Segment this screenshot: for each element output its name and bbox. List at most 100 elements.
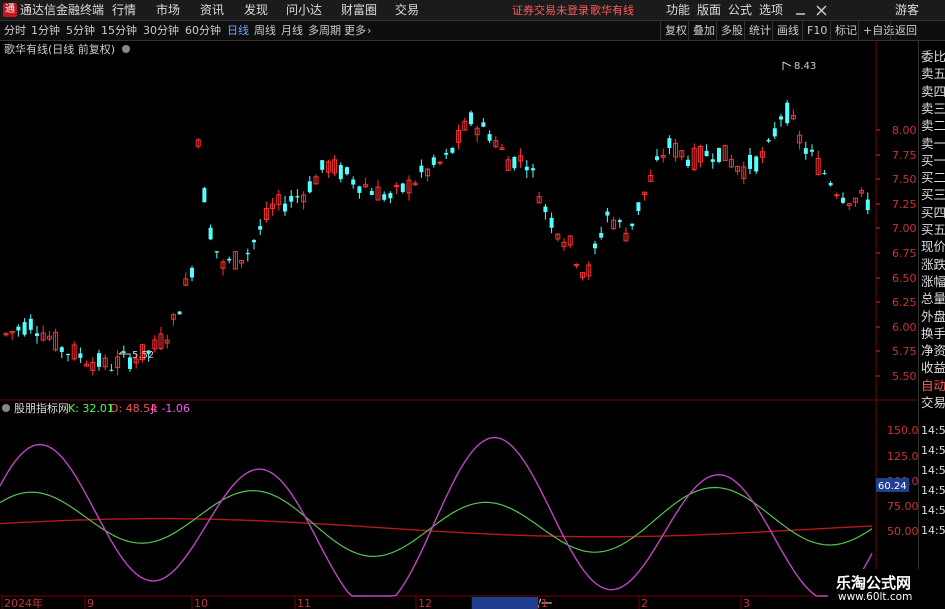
close-icon[interactable] (815, 4, 828, 17)
candle-down (78, 353, 83, 358)
candle-down (636, 202, 641, 212)
k-value: K: 32.01 (68, 402, 114, 415)
menu-wenxiaoda[interactable]: 问小达 (286, 0, 322, 21)
candle-down (190, 267, 194, 278)
title-bar: 通 通达信金融终端 行情 市场 资讯 发现 问小达 财富圈 交易 证券交易未登录… (0, 0, 945, 21)
watermark-line2: www.60lt.com (838, 591, 913, 603)
btn-duogu[interactable]: 多股 (716, 21, 747, 41)
candle-down (289, 195, 294, 202)
candle-down (785, 102, 790, 124)
candle-down (599, 232, 604, 238)
candle-down (382, 194, 387, 200)
side-label: 总量 (921, 291, 945, 307)
menu-hangqing[interactable]: 行情 (112, 0, 136, 21)
tab-more[interactable]: 更多 (344, 21, 366, 41)
chevron-right-icon[interactable]: › (367, 21, 371, 41)
candle-up (437, 161, 443, 164)
candle-down (630, 223, 635, 227)
price-label: 8.00 (892, 124, 917, 137)
indicator-axis-label: 50.00 (887, 525, 918, 538)
date-label: 1 (541, 597, 548, 609)
indicator-settings-icon[interactable] (2, 404, 10, 412)
candle-down (307, 181, 312, 193)
candle-down (704, 150, 709, 157)
side-label: 买二 (921, 170, 945, 186)
candle-down (258, 226, 263, 230)
kline-chart[interactable]: 歌华有线(日线 前复权) 8.00 7.75 7.50 7.25 7.00 6.75 6.5… (0, 41, 918, 609)
side-label: 卖三 (921, 100, 945, 116)
minimize-icon[interactable] (794, 4, 807, 17)
btn-biaoji[interactable]: 标记 (830, 21, 861, 41)
price-label: 6.00 (892, 321, 917, 334)
price-label: 7.75 (892, 149, 917, 162)
candle-down (16, 326, 21, 331)
candle-down (487, 134, 492, 141)
app-logo-icon: 通 (3, 3, 17, 17)
menu-jiaoyi[interactable]: 交易 (395, 0, 419, 21)
watermark-line1: 乐淘公式网 (836, 574, 912, 592)
tab-monthly[interactable]: 月线 (281, 21, 303, 41)
candle-down (450, 147, 455, 153)
price-label: 6.50 (892, 272, 917, 285)
candle-down (481, 122, 486, 127)
tab-daily[interactable]: 日线 (227, 21, 249, 41)
tab-30min[interactable]: 30分钟 (143, 21, 179, 41)
side-label: 自动 (921, 377, 945, 393)
side-label: 卖一 (921, 135, 945, 151)
app-title: 通达信金融终端 (20, 3, 105, 17)
candle-down (717, 147, 721, 162)
tab-1min[interactable]: 1分钟 (31, 21, 60, 41)
tab-15min[interactable]: 15分钟 (101, 21, 137, 41)
menu-zixun[interactable]: 资讯 (200, 0, 224, 21)
tab-fenshi[interactable]: 分时 (4, 21, 26, 41)
candle-down (531, 168, 535, 171)
side-label: 涨幅 (921, 273, 945, 289)
candle-down (245, 252, 250, 255)
menu-gongshi[interactable]: 公式 (728, 0, 752, 21)
menu-shichang[interactable]: 市场 (156, 0, 180, 21)
tab-weekly[interactable]: 周线 (254, 21, 276, 41)
btn-tongji[interactable]: 统计 (744, 21, 775, 41)
user-label[interactable]: 游客 (895, 0, 919, 21)
tab-60min[interactable]: 60分钟 (185, 21, 221, 41)
btn-diejia[interactable]: 叠加 (688, 21, 719, 41)
candle-down (351, 179, 356, 185)
candle-down (35, 333, 39, 337)
side-time: 14:56 (921, 484, 945, 497)
candle-down (686, 159, 690, 167)
price-label: 6.25 (892, 296, 917, 309)
btn-huaxian[interactable]: 画线 (772, 21, 803, 41)
menu-faxian[interactable]: 发现 (244, 0, 268, 21)
menu-gongneng[interactable]: 功能 (666, 0, 690, 21)
side-label: 净资 (921, 343, 945, 359)
candle-down (444, 152, 449, 155)
menu-caifuquan[interactable]: 财富圈 (341, 0, 377, 21)
btn-f10[interactable]: F10 (802, 21, 831, 41)
settings-icon[interactable] (122, 45, 130, 53)
tab-multi[interactable]: 多周期 (308, 21, 341, 41)
btn-fuquan[interactable]: 复权 (660, 21, 691, 41)
login-status[interactable]: 证券交易未登录 (512, 0, 589, 21)
candle-down (338, 165, 343, 180)
indicator-axis-label: 125.0 (887, 450, 918, 463)
date-label: 11 (297, 597, 311, 609)
btn-fanhui[interactable]: 返回 (890, 21, 921, 41)
tab-5min[interactable]: 5分钟 (66, 21, 95, 41)
candle-down (828, 182, 833, 186)
menu-xuanxiang[interactable]: 选项 (759, 0, 783, 21)
side-label: 外盘 (921, 308, 945, 324)
candle-down (22, 322, 27, 335)
date-highlight (472, 597, 538, 609)
period-toolbar: 分时 1分钟 5分钟 15分钟 30分钟 60分钟 日线 周线 月线 多周期 更… (0, 21, 945, 41)
date-label: 3 (743, 597, 750, 609)
current-value: 60.24 (878, 481, 907, 492)
candle-down (419, 165, 424, 173)
high-label: 8.43 (794, 61, 816, 72)
price-label: 7.50 (892, 173, 917, 186)
menu-banmian[interactable]: 版面 (697, 0, 721, 21)
candle-down (369, 191, 374, 195)
candle-down (357, 186, 362, 193)
candle-down (214, 251, 219, 253)
price-label: 7.25 (892, 198, 917, 211)
date-label: 2 (641, 597, 648, 609)
